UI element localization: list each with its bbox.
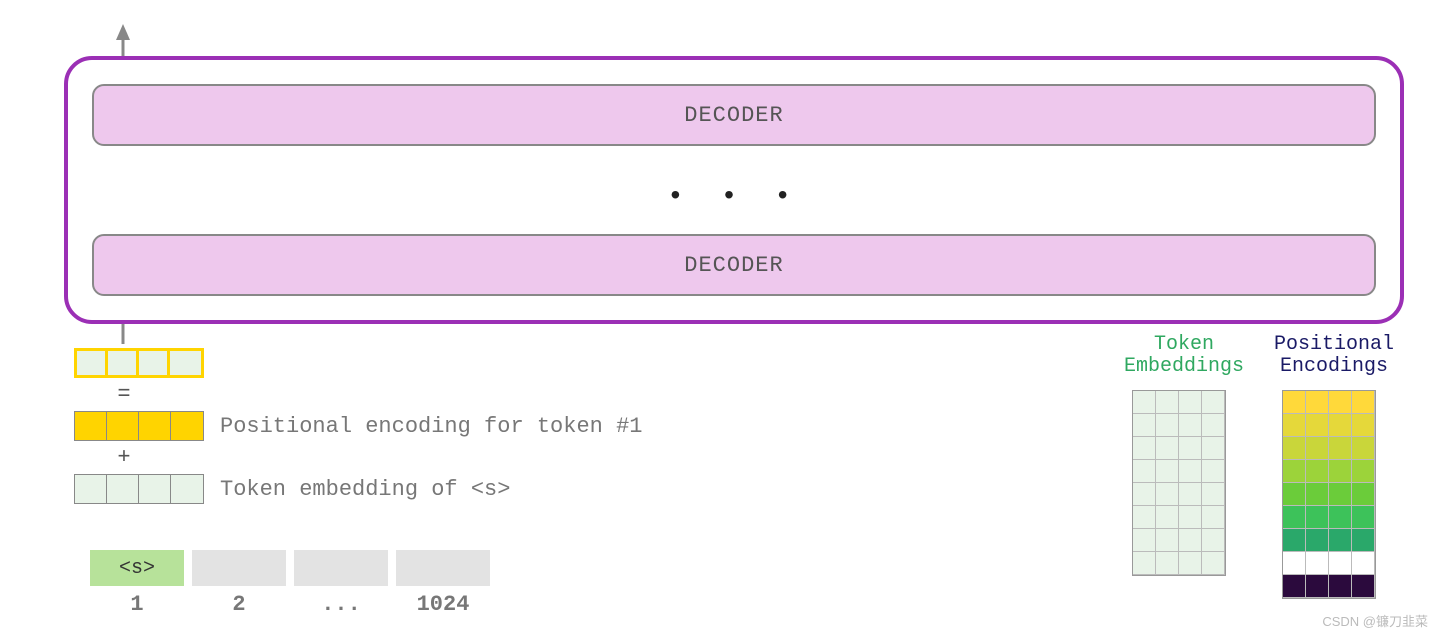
token-start-label: <s>: [119, 557, 155, 580]
combined-vector: [74, 348, 204, 378]
pos-label-2: 2: [192, 592, 286, 617]
token-embeddings-label: Token Embeddings: [1124, 334, 1244, 378]
positional-encoding-desc: Positional encoding for token #1: [220, 414, 642, 439]
positional-encoding-matrix: [1282, 390, 1376, 599]
decoder-label: DECODER: [684, 103, 783, 128]
token-embedding-desc: Token embedding of <s>: [220, 477, 510, 502]
positional-encoding-vector: [74, 411, 204, 441]
token-sequence: <s>: [90, 550, 490, 586]
token-slot-last: [396, 550, 490, 586]
token-slot-2: [192, 550, 286, 586]
decoder-block-bottom: DECODER: [92, 234, 1376, 296]
positional-encodings-label: Positional Encodings: [1274, 334, 1394, 378]
decoder-block-top: DECODER: [92, 84, 1376, 146]
pos-label-1: 1: [90, 592, 184, 617]
plus-sign: +: [74, 445, 174, 470]
equals-sign: =: [74, 382, 174, 407]
token-embedding-matrix: [1132, 390, 1226, 576]
decoder-label: DECODER: [684, 253, 783, 278]
pos-label-last: 1024: [396, 592, 490, 617]
embedding-formula: = Positional encoding for token #1 + Tok…: [74, 348, 642, 508]
token-position-labels: 1 2 ... 1024: [90, 592, 490, 617]
pos-label-ellipsis: ...: [294, 592, 388, 617]
token-embedding-vector: [74, 474, 204, 504]
token-slot-ellipsis: [294, 550, 388, 586]
watermark: CSDN @镰刀韭菜: [1322, 611, 1428, 630]
token-slot-1: <s>: [90, 550, 184, 586]
ellipsis: • • •: [68, 182, 1400, 213]
decoder-stack: DECODER • • • DECODER: [64, 56, 1404, 324]
